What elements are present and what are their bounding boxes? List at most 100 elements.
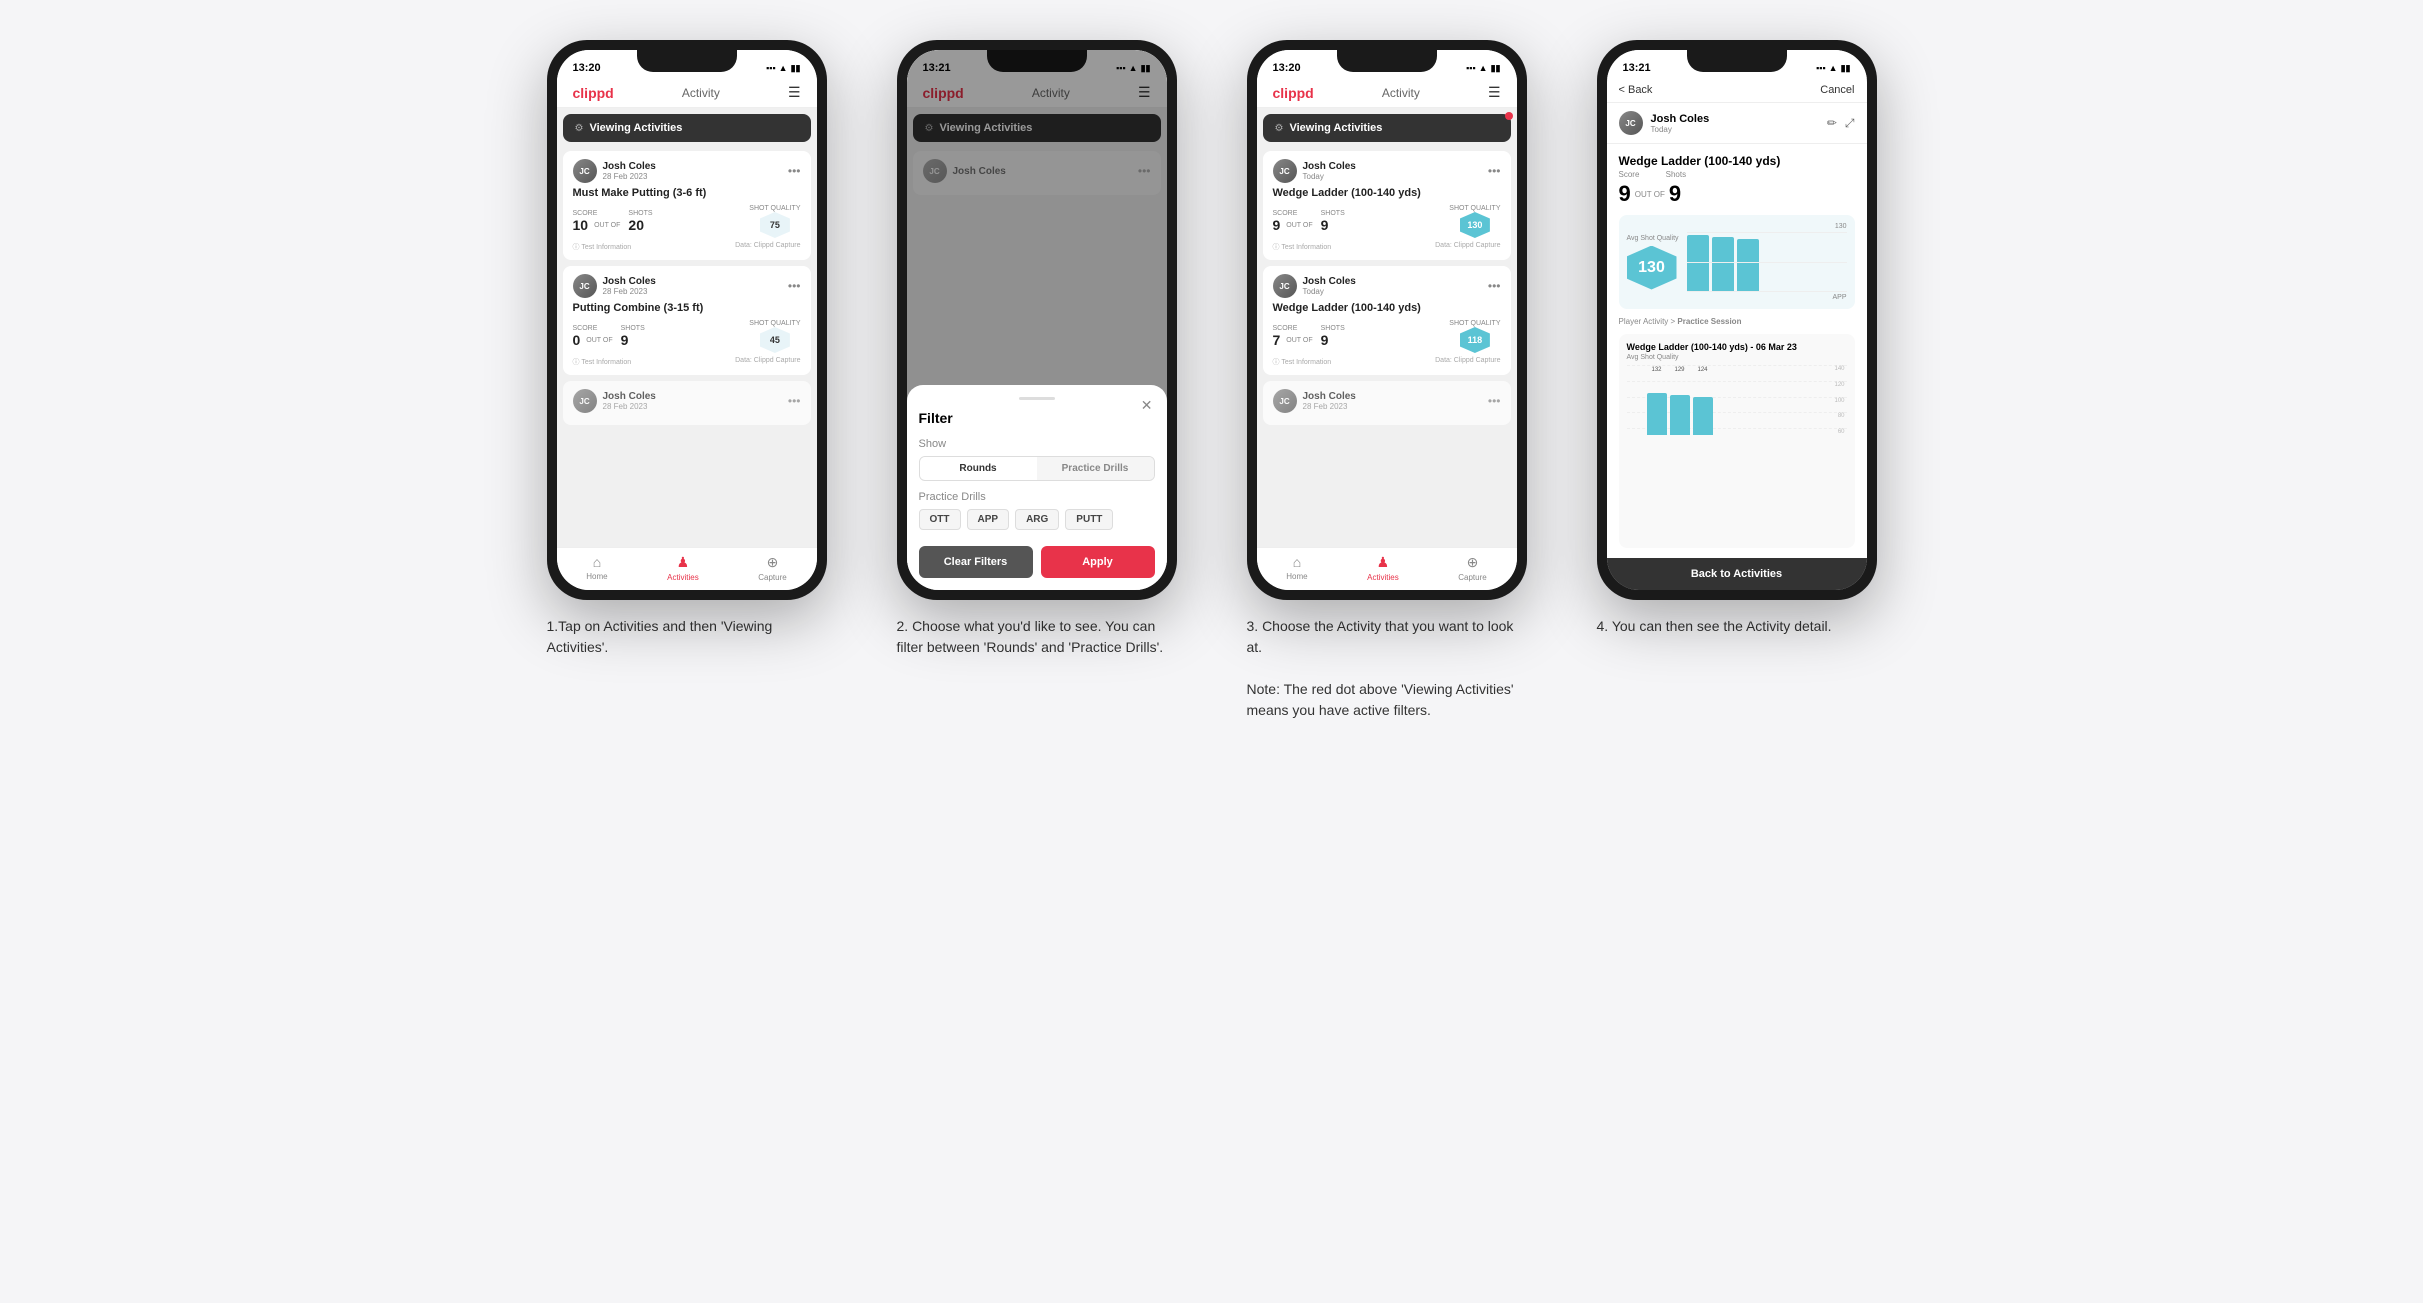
nav-capture-1[interactable]: ⊕ Capture — [758, 554, 786, 582]
practice-drills-label-2: Practice Drills — [919, 491, 1155, 503]
avatar-3-1: JC — [1273, 159, 1297, 183]
avatar-1-2: JC — [573, 274, 597, 298]
detail-user-row-4: JC Josh Coles Today ✏ ⤢ — [1607, 103, 1867, 144]
rounds-btn-2[interactable]: Rounds — [920, 457, 1037, 480]
phone-frame-4: 13:21 ▪▪▪ ▲ ▮▮ < Back Cancel JC — [1597, 40, 1877, 600]
apply-btn-2[interactable]: Apply — [1041, 546, 1155, 578]
cancel-btn-4[interactable]: Cancel — [1820, 84, 1854, 96]
status-icons-4: ▪▪▪ ▲ ▮▮ — [1816, 63, 1850, 74]
drill-arg-2[interactable]: ARG — [1015, 509, 1059, 530]
more-dots-3-2[interactable]: ••• — [1488, 279, 1501, 293]
nav-bar-1: clippd Activity ☰ — [557, 78, 817, 108]
score-value-1-2: 0 — [573, 332, 581, 348]
nav-activities-1[interactable]: ♟ Activities — [667, 554, 699, 582]
phone-screen-3: 13:20 ▪▪▪ ▲ ▮▮ clippd Activity ☰ ⚙ — [1257, 50, 1517, 590]
more-dots-1-2[interactable]: ••• — [788, 279, 801, 293]
filter-icon-3: ⚙ — [1275, 123, 1284, 134]
user-name-1-1: Josh Coles — [603, 161, 656, 172]
viewing-activities-bar-1[interactable]: ⚙ Viewing Activities — [563, 114, 811, 142]
score-section-1-1: Score 10 OUT OF — [573, 210, 623, 233]
signal-icon-4: ▪▪▪ — [1816, 63, 1826, 73]
shots-value-1-1: 20 — [628, 217, 652, 233]
close-icon-2[interactable]: ✕ — [1141, 397, 1153, 414]
nav-home-3[interactable]: ⌂ Home — [1286, 554, 1307, 582]
user-info-3-3: JC Josh Coles 28 Feb 2023 — [1273, 389, 1356, 413]
user-details-3-2: Josh Coles Today — [1303, 276, 1356, 296]
shots-section-3-2: Shots 9 — [1321, 325, 1345, 348]
user-date-1-1: 28 Feb 2023 — [603, 172, 656, 181]
practice-drills-btn-2[interactable]: Practice Drills — [1037, 457, 1154, 480]
wbar-1-4 — [1647, 393, 1667, 435]
more-dots-3-1[interactable]: ••• — [1488, 164, 1501, 178]
wedge-chart-section-4: Wedge Ladder (100-140 yds) - 06 Mar 23 A… — [1619, 334, 1855, 548]
screen2-section: 13:21 ▪▪▪ ▲ ▮▮ clippd Activity ☰ ⚙ — [877, 40, 1197, 721]
activity-card-3-3[interactable]: JC Josh Coles 28 Feb 2023 ••• — [1263, 381, 1511, 425]
home-label-3: Home — [1286, 572, 1307, 581]
battery-icon-3: ▮▮ — [1491, 63, 1501, 74]
wedge-chart-4: 140 120 100 80 60 — [1627, 365, 1847, 435]
clear-filters-btn-2[interactable]: Clear Filters — [919, 546, 1033, 578]
drill-name-3-1: Wedge Ladder (100-140 yds) — [1273, 187, 1501, 199]
sq-section-1-2: Shot Quality 45 — [749, 320, 800, 353]
card-header-3-1: JC Josh Coles Today ••• — [1273, 159, 1501, 183]
more-dots-1-3[interactable]: ••• — [788, 394, 801, 408]
status-time-1: 13:20 — [573, 62, 601, 74]
caption-1: 1.Tap on Activities and then 'Viewing Ac… — [547, 616, 827, 658]
phone-notch-3 — [1337, 50, 1437, 72]
drill-app-2[interactable]: APP — [967, 509, 1010, 530]
shots-section-3-1: Shots 9 — [1321, 210, 1345, 233]
nav-activities-3[interactable]: ♟ Activities — [1367, 554, 1399, 582]
shots-value-3-2: 9 — [1321, 332, 1345, 348]
drill-ott-2[interactable]: OTT — [919, 509, 961, 530]
avatar-1-1: JC — [573, 159, 597, 183]
score-label-1-2: Score — [573, 325, 615, 332]
drill-putt-2[interactable]: PUTT — [1065, 509, 1113, 530]
score-inline-1-2: 0 OUT OF — [573, 332, 615, 348]
wbar-3-4 — [1693, 397, 1713, 435]
score-label-3-1: Score — [1273, 210, 1315, 217]
sq-section-3-2: Shot Quality 118 — [1449, 320, 1500, 353]
shots-section-1-2: Shots 9 — [621, 325, 645, 348]
activities-icon-1: ♟ — [677, 554, 690, 571]
card-header-3-3: JC Josh Coles 28 Feb 2023 ••• — [1273, 389, 1501, 413]
back-btn-4[interactable]: < Back — [1619, 84, 1653, 96]
more-dots-3-3[interactable]: ••• — [1488, 394, 1501, 408]
activity-card-1-3[interactable]: JC Josh Coles 28 Feb 2023 ••• — [563, 381, 811, 425]
activities-label-3: Activities — [1367, 573, 1399, 582]
sq-label-3-2: Shot Quality — [1449, 320, 1500, 327]
avg-sq-label-4: Avg Shot Quality — [1627, 235, 1679, 242]
capture-icon-1: ⊕ — [767, 554, 779, 571]
activity-card-1-2[interactable]: JC Josh Coles 28 Feb 2023 ••• Putting Co… — [563, 266, 811, 375]
footer-left-1-2: ⓘ Test Information — [573, 357, 632, 367]
page-container: 13:20 ▪▪▪ ▲ ▮▮ clippd Activity ☰ ⚙ — [512, 40, 1912, 721]
nav-capture-3[interactable]: ⊕ Capture — [1458, 554, 1486, 582]
activity-card-3-2[interactable]: JC Josh Coles Today ••• Wedge Ladder (10… — [1263, 266, 1511, 375]
drill-type-group-2: OTT APP ARG PUTT — [919, 509, 1155, 530]
detail-user-info-4: JC Josh Coles Today — [1619, 111, 1710, 135]
detail-content-4: Wedge Ladder (100-140 yds) Score Shots 9… — [1607, 144, 1867, 558]
activity-card-1-1[interactable]: JC Josh Coles 28 Feb 2023 ••• Must Make … — [563, 151, 811, 260]
user-date-3-3: 28 Feb 2023 — [1303, 402, 1356, 411]
screen-content-3: ⚙ Viewing Activities JC Josh Coles Today — [1257, 108, 1517, 547]
activities-icon-3: ♟ — [1377, 554, 1390, 571]
viewing-activities-label-1: Viewing Activities — [589, 122, 682, 134]
hamburger-icon-1[interactable]: ☰ — [788, 84, 801, 101]
more-dots-1-1[interactable]: ••• — [788, 164, 801, 178]
score-inline-3-1: 9 OUT OF — [1273, 217, 1315, 233]
bar-2-4 — [1712, 237, 1734, 292]
user-name-4: Josh Coles — [1651, 113, 1710, 125]
sq-section-3-1: Shot Quality 130 — [1449, 205, 1500, 238]
nav-home-1[interactable]: ⌂ Home — [586, 554, 607, 582]
caption-3: 3. Choose the Activity that you want to … — [1247, 616, 1527, 721]
hamburger-icon-3[interactable]: ☰ — [1488, 84, 1501, 101]
back-to-activities-btn-4[interactable]: Back to Activities — [1607, 558, 1867, 590]
score-section-3-1: Score 9 OUT OF — [1273, 210, 1315, 233]
drill-name-1-1: Must Make Putting (3-6 ft) — [573, 187, 801, 199]
viewing-activities-bar-3[interactable]: ⚙ Viewing Activities — [1263, 114, 1511, 142]
expand-icon-4[interactable]: ⤢ — [1845, 116, 1855, 131]
filter-title-2: Filter — [919, 410, 1155, 426]
edit-icon-4[interactable]: ✏ — [1827, 116, 1837, 131]
activity-card-3-1[interactable]: JC Josh Coles Today ••• Wedge Ladder (10… — [1263, 151, 1511, 260]
activities-label-1: Activities — [667, 573, 699, 582]
bar-value-labels-4: 132 129 124 — [1647, 367, 1713, 373]
